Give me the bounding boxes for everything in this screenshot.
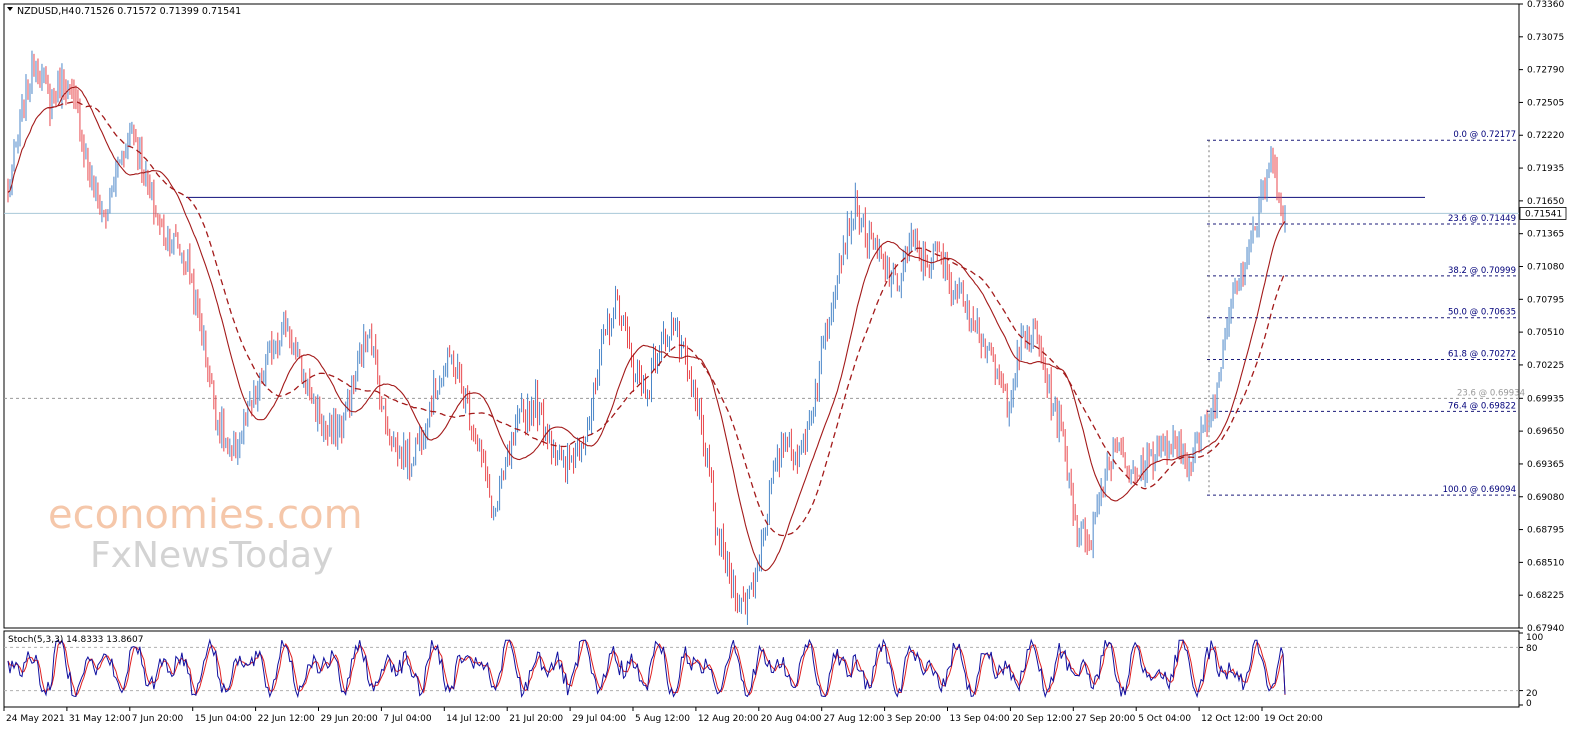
watermark-fxnewstoday: FxNewsToday <box>90 535 333 576</box>
watermark-economies: economies.com <box>48 492 363 538</box>
x-tick-label: 22 Jun 12:00 <box>258 714 315 724</box>
x-tick-label: 20 Sep 12:00 <box>1012 714 1072 724</box>
y-tick-label: 0.71080 <box>1527 262 1564 272</box>
x-tick-label: 14 Jul 12:00 <box>446 714 500 724</box>
x-tick-label: 7 Jul 04:00 <box>383 714 432 724</box>
y-tick-label: 0.70510 <box>1527 328 1564 338</box>
x-tick-label: 29 Jun 20:00 <box>321 714 378 724</box>
x-tick-label: 7 Jun 20:00 <box>132 714 184 724</box>
y-tick-label: 0.70225 <box>1527 361 1564 371</box>
grey-level-label: 23.6 @ 0.69934 <box>1457 388 1525 398</box>
x-tick-label: 27 Sep 20:00 <box>1075 714 1135 724</box>
x-tick-label: 5 Aug 12:00 <box>635 714 690 724</box>
y-tick-label: 0.69935 <box>1527 394 1564 404</box>
stoch-plot-frame <box>3 630 1520 708</box>
x-tick-label: 5 Oct 04:00 <box>1138 714 1191 724</box>
y-tick-label: 0.69080 <box>1527 493 1564 503</box>
fib-level-label: 76.4 @ 0.69822 <box>1448 401 1516 411</box>
stoch-tick-20: 20 <box>1526 689 1538 699</box>
y-tick-label: 0.71650 <box>1527 197 1564 207</box>
stoch-label: Stoch(5,3,3) 14.8333 13.8607 <box>8 635 143 645</box>
y-tick-label: 0.70795 <box>1527 295 1564 305</box>
symbol-title: NZDUSD,H4 <box>17 6 74 17</box>
y-tick-label: 0.71935 <box>1527 164 1564 174</box>
x-tick-label: 19 Oct 20:00 <box>1264 714 1323 724</box>
y-tick-label: 0.68795 <box>1527 526 1564 536</box>
stoch-tick-100: 100 <box>1526 633 1543 643</box>
ohlc-values: 0.71526 0.71572 0.71399 0.71541 <box>75 6 241 17</box>
x-tick-label: 12 Oct 12:00 <box>1201 714 1260 724</box>
y-tick-label: 0.68510 <box>1527 558 1564 568</box>
fib-level-label: 38.2 @ 0.70999 <box>1448 266 1516 276</box>
y-tick-label: 0.73360 <box>1527 0 1564 10</box>
price-tag: 0.71541 <box>1519 207 1567 220</box>
price-tag-label: 0.71541 <box>1525 209 1562 219</box>
y-tick-label: 0.69365 <box>1527 460 1564 470</box>
y-tick-label: 0.72790 <box>1527 66 1564 76</box>
x-tick-label: 3 Sep 20:00 <box>887 714 942 724</box>
y-tick-label: 0.69650 <box>1527 427 1564 437</box>
x-tick-label: 27 Aug 12:00 <box>824 714 885 724</box>
x-tick-label: 24 May 2021 <box>6 714 65 724</box>
y-tick-label: 0.72505 <box>1527 98 1564 108</box>
x-tick-label: 13 Sep 04:00 <box>950 714 1010 724</box>
y-tick-label: 0.73075 <box>1527 33 1564 43</box>
x-tick-label: 31 May 12:00 <box>69 714 131 724</box>
fib-level-label: 23.6 @ 0.71449 <box>1448 214 1516 224</box>
x-tick-label: 15 Jun 04:00 <box>195 714 252 724</box>
fib-level-label: 50.0 @ 0.70635 <box>1448 308 1516 318</box>
stoch-tick-80: 80 <box>1526 644 1538 654</box>
price-chart[interactable]: economies.com FxNewsToday 23.6 @ 0.69934… <box>0 0 1596 743</box>
fib-level-label: 0.0 @ 0.72177 <box>1453 130 1516 140</box>
y-tick-label: 0.71365 <box>1527 230 1564 240</box>
x-tick-label: 21 Jul 20:00 <box>509 714 563 724</box>
y-tick-label: 0.72220 <box>1527 131 1564 141</box>
fib-level-label: 61.8 @ 0.70272 <box>1448 350 1516 360</box>
x-tick-label: 12 Aug 20:00 <box>698 714 759 724</box>
fib-level-label: 100.0 @ 0.69094 <box>1443 485 1516 495</box>
x-tick-label: 20 Aug 04:00 <box>761 714 822 724</box>
x-tick-label: 29 Jul 04:00 <box>572 714 626 724</box>
stoch-tick-0: 0 <box>1526 699 1532 709</box>
y-tick-label: 0.68225 <box>1527 591 1564 601</box>
